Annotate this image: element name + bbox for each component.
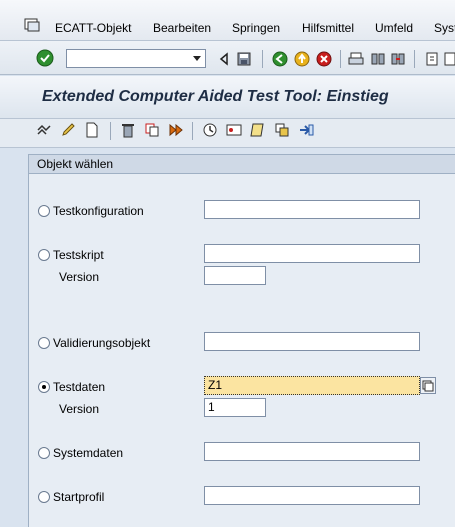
label-testskript-version: Version <box>59 270 100 284</box>
menu-springen[interactable]: Springen <box>232 21 280 35</box>
menu-hilfsmittel[interactable]: Hilfsmittel <box>302 21 354 35</box>
cancel-icon[interactable] <box>316 51 332 67</box>
input-testdaten[interactable]: Z1 <box>204 376 420 395</box>
command-field[interactable] <box>66 49 206 68</box>
toolbar-separator <box>110 122 111 140</box>
group-header: Objekt wählen <box>29 155 455 174</box>
execute-icon[interactable] <box>168 122 184 138</box>
test-icon[interactable] <box>36 122 52 138</box>
toolbar-separator <box>414 50 415 68</box>
back-nav-icon[interactable] <box>272 51 288 67</box>
label-validierungsobjekt: Validierungsobjekt <box>53 336 151 350</box>
copy-icon[interactable] <box>144 122 160 138</box>
edit-icon[interactable] <box>60 122 76 138</box>
menu-system[interactable]: Syst <box>434 21 455 35</box>
create-icon[interactable] <box>84 122 100 138</box>
input-systemdaten[interactable] <box>204 442 420 461</box>
input-testskript[interactable] <box>204 244 420 263</box>
label-startprofil: Startprofil <box>53 490 105 504</box>
radio-testdaten[interactable] <box>38 381 50 393</box>
label-testskript: Testskript <box>53 248 104 262</box>
radio-validierungsobjekt[interactable] <box>38 337 50 349</box>
next-page-icon[interactable] <box>444 51 455 67</box>
sap-menu-icon[interactable] <box>24 18 40 32</box>
info-icon[interactable] <box>226 122 242 138</box>
clock-icon[interactable] <box>202 122 218 138</box>
menu-bar: ECATT-Objekt Bearbeiten Springen Hilfsmi… <box>0 0 455 41</box>
back-icon[interactable] <box>216 51 232 67</box>
value-help-button[interactable] <box>420 377 436 394</box>
where-used-icon[interactable] <box>274 122 290 138</box>
input-startprofil[interactable] <box>204 486 420 505</box>
enter-icon[interactable] <box>36 49 54 67</box>
save-icon[interactable] <box>236 51 252 67</box>
toolbar-separator <box>340 50 341 68</box>
label-testdaten: Testdaten <box>53 380 106 394</box>
input-testkonfiguration[interactable] <box>204 200 420 219</box>
menu-bearbeiten[interactable]: Bearbeiten <box>153 21 211 35</box>
input-validierungsobjekt[interactable] <box>204 332 420 351</box>
label-testkonfiguration: Testkonfiguration <box>53 204 144 218</box>
radio-startprofil[interactable] <box>38 491 50 503</box>
radio-systemdaten[interactable] <box>38 447 50 459</box>
title-bar: Extended Computer Aided Test Tool: Einst… <box>0 76 455 119</box>
navigate-icon[interactable] <box>298 122 314 138</box>
find-next-icon[interactable] <box>390 51 406 67</box>
value-help-icon <box>422 380 434 392</box>
label-testdaten-version: Version <box>59 402 100 416</box>
input-testskript-version[interactable] <box>204 266 266 285</box>
page-title: Extended Computer Aided Test Tool: Einst… <box>42 88 389 105</box>
radio-testskript[interactable] <box>38 249 50 261</box>
chevron-down-icon[interactable] <box>193 56 201 61</box>
menu-ecatt-objekt[interactable]: ECATT-Objekt <box>55 21 131 35</box>
print-icon[interactable] <box>348 51 364 67</box>
transport-icon[interactable] <box>250 122 266 138</box>
menu-umfeld[interactable]: Umfeld <box>375 21 413 35</box>
exit-icon[interactable] <box>294 51 310 67</box>
find-icon[interactable] <box>370 51 386 67</box>
toolbar-separator <box>192 122 193 140</box>
input-testdaten-version[interactable]: 1 <box>204 398 266 417</box>
label-systemdaten: Systemdaten <box>53 446 124 460</box>
first-page-icon[interactable] <box>424 51 440 67</box>
group-title: Objekt wählen <box>37 157 114 171</box>
toolbar-separator <box>262 50 263 68</box>
radio-testkonfiguration[interactable] <box>38 205 50 217</box>
delete-icon[interactable] <box>120 122 136 138</box>
